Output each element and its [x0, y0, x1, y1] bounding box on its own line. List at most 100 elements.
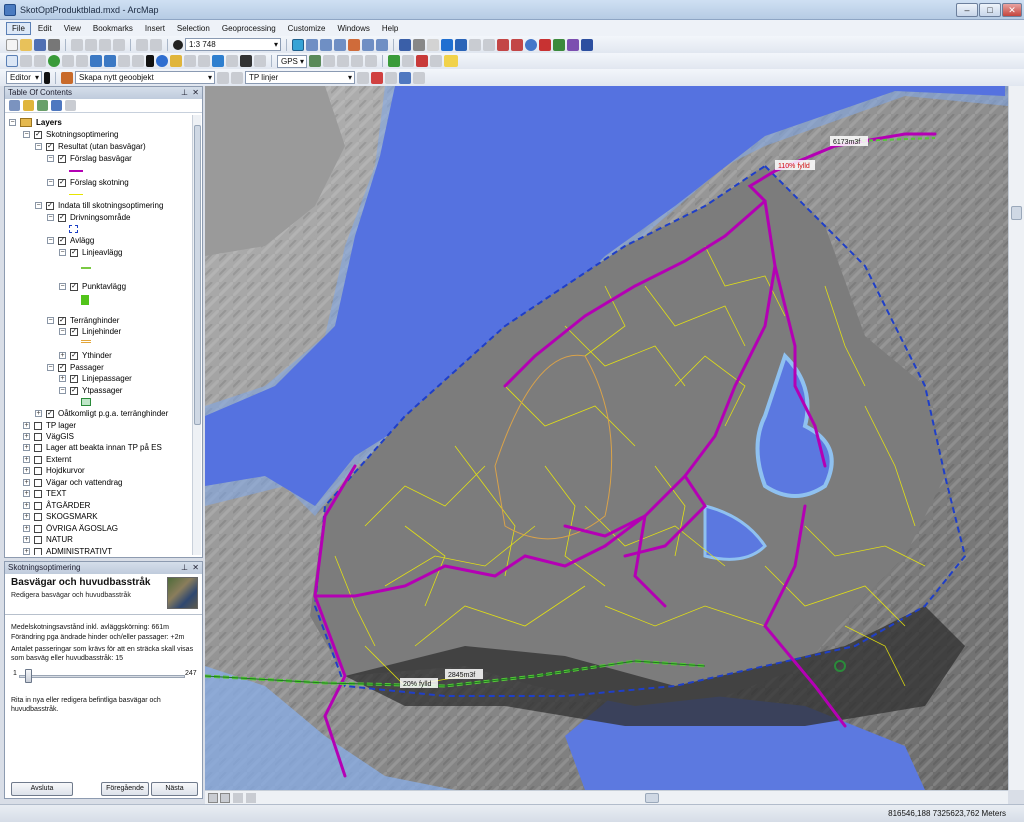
close-panel-icon[interactable]: ✕ [192, 562, 199, 574]
collapse-icon[interactable]: − [47, 237, 54, 244]
red-flag-icon[interactable] [416, 55, 428, 67]
collapse-icon[interactable]: − [59, 249, 66, 256]
new-document-icon[interactable] [6, 38, 18, 51]
tree-row-hojdkurvor[interactable]: + Hojdkurvor [23, 465, 85, 476]
gps-dropdown[interactable]: GPS [277, 54, 307, 68]
layer-checkbox[interactable] [34, 512, 42, 521]
flag-tool-icon[interactable] [511, 38, 523, 51]
export-tool-icon[interactable] [553, 38, 565, 51]
gps-zoom-icon[interactable] [351, 55, 363, 67]
layer-checkbox[interactable] [34, 501, 42, 510]
symbol-tool-icon[interactable] [567, 38, 579, 51]
table-of-contents-icon[interactable] [306, 38, 318, 51]
gps-pan-icon[interactable] [337, 55, 349, 67]
list-by-source-icon[interactable] [23, 100, 34, 111]
fixed-zoom-out-icon[interactable] [76, 55, 88, 67]
select-elements-icon[interactable] [146, 55, 154, 67]
next-button[interactable]: Nästa [151, 782, 198, 796]
collapse-icon[interactable]: − [59, 328, 66, 335]
pin-icon[interactable]: ⊥ [181, 87, 188, 99]
toc-scrollbar[interactable] [192, 115, 201, 555]
gps-connect-icon[interactable] [309, 55, 321, 67]
clear-selection-icon[interactable] [132, 55, 144, 67]
highlight-tool-icon[interactable] [444, 55, 458, 67]
passes-slider-track[interactable] [19, 675, 185, 678]
hyperlink-icon[interactable] [170, 55, 182, 67]
maximize-button[interactable]: □ [979, 3, 1001, 17]
info-tool-icon[interactable] [525, 38, 537, 51]
layer-checkbox[interactable]: ✓ [58, 178, 66, 187]
create-feature-combo[interactable]: Skapa nytt geoobjekt [75, 71, 215, 84]
scrollbar-thumb[interactable] [194, 125, 201, 425]
tree-row-administrativt[interactable]: + ADMINISTRATIVT [23, 546, 112, 555]
tree-row-tp-lager[interactable]: + TP lager [23, 420, 76, 431]
save-icon[interactable] [34, 38, 46, 51]
previous-extent-icon[interactable] [90, 55, 102, 67]
collapse-icon[interactable]: − [23, 131, 30, 138]
layer-checkbox[interactable] [34, 421, 42, 430]
layout-view-icon[interactable] [220, 793, 230, 803]
model-builder-icon[interactable] [376, 38, 388, 51]
menu-windows[interactable]: Windows [332, 23, 374, 34]
measure-icon[interactable] [198, 55, 210, 67]
collapse-icon[interactable]: − [47, 364, 54, 371]
expand-icon[interactable]: + [23, 513, 30, 520]
tree-row-passager[interactable]: − ✓ Passager [47, 362, 104, 373]
tree-row-resultat[interactable]: − ✓ Resultat (utan basvägar) [35, 141, 146, 152]
expand-icon[interactable]: + [35, 410, 42, 417]
tree-row-linjehinder[interactable]: − ✓ Linjehinder [59, 326, 121, 337]
route-tool-icon[interactable] [388, 55, 400, 67]
tree-row-forslag-skotning[interactable]: − ✓ Förslag skotning [47, 177, 129, 188]
undo-icon[interactable] [136, 38, 148, 51]
layer-checkbox[interactable] [34, 489, 42, 498]
tree-row-natur[interactable]: + NATUR [23, 534, 73, 545]
trace-tool-icon[interactable] [497, 38, 509, 51]
refresh-icon[interactable] [455, 38, 467, 51]
tree-row-skotningsoptimering[interactable]: − ✓ Skotningsoptimering [23, 129, 118, 140]
tree-row-ovriga-agoslag[interactable]: + ÖVRIGA ÄGOSLAG [23, 523, 118, 534]
collapse-icon[interactable]: − [59, 387, 66, 394]
list-by-drawing-order-icon[interactable] [9, 100, 20, 111]
tree-row-externt[interactable]: + Externt [23, 454, 71, 465]
tree-row-layers[interactable]: − Layers [9, 117, 62, 128]
graph-icon[interactable] [413, 71, 425, 84]
layer-checkbox[interactable]: ✓ [70, 351, 78, 360]
tree-row-drivningsomrade[interactable]: − ✓ Drivningsområde [47, 212, 130, 223]
collapse-icon[interactable]: − [35, 143, 42, 150]
layer-checkbox[interactable]: ✓ [58, 236, 66, 245]
previous-button[interactable]: Föregående [101, 782, 149, 796]
collapse-icon[interactable]: − [9, 119, 16, 126]
map-view[interactable]: 6173m3f 110% fylld 2845m3f 20% fylld [205, 86, 1008, 790]
tree-row-ythinder[interactable]: + ✓ Ythinder [59, 350, 112, 361]
layer-checkbox[interactable]: ✓ [70, 374, 78, 383]
tree-row-punktavlagg[interactable]: − ✓ Punktavlägg [59, 281, 126, 292]
catalog-icon[interactable] [320, 38, 332, 51]
pin-icon[interactable]: ⊥ [181, 562, 188, 574]
route-measure-icon[interactable] [402, 55, 414, 67]
find-route-icon[interactable] [212, 55, 224, 67]
passes-slider-handle[interactable] [25, 669, 32, 683]
map-vertical-scrollbar[interactable] [1008, 86, 1024, 790]
layer-checkbox[interactable]: ✓ [70, 327, 78, 336]
tree-row-text[interactable]: + TEXT [23, 488, 66, 499]
attribute-table-icon[interactable] [469, 38, 481, 51]
tree-row-ytpassager[interactable]: − ✓ Ytpassager [59, 385, 122, 396]
editor-dropdown[interactable]: Editor [6, 71, 42, 84]
tree-row-vagar-och-vattendrag[interactable]: + Vägar och vattendrag [23, 477, 123, 488]
topology-icon[interactable] [441, 38, 453, 51]
tree-row-indata[interactable]: − ✓ Indata till skotningsoptimering [35, 200, 163, 211]
tree-row-lager-att-beakta[interactable]: + Lager att beakta innan TP på ES [23, 442, 162, 453]
layer-checkbox[interactable]: ✓ [58, 213, 66, 222]
menu-selection[interactable]: Selection [172, 23, 215, 34]
expand-icon[interactable]: + [23, 502, 30, 509]
redo-icon[interactable] [150, 38, 162, 51]
expand-icon[interactable]: + [23, 536, 30, 543]
expand-icon[interactable]: + [23, 444, 30, 451]
layer-checkbox[interactable]: ✓ [70, 386, 78, 395]
edit-tool-icon[interactable] [44, 71, 50, 84]
expand-icon[interactable]: + [23, 525, 30, 532]
python-window-icon[interactable] [362, 38, 374, 51]
select-features-icon[interactable] [118, 55, 130, 67]
scrollbar-thumb[interactable] [1011, 206, 1022, 220]
collapse-icon[interactable]: − [47, 214, 54, 221]
